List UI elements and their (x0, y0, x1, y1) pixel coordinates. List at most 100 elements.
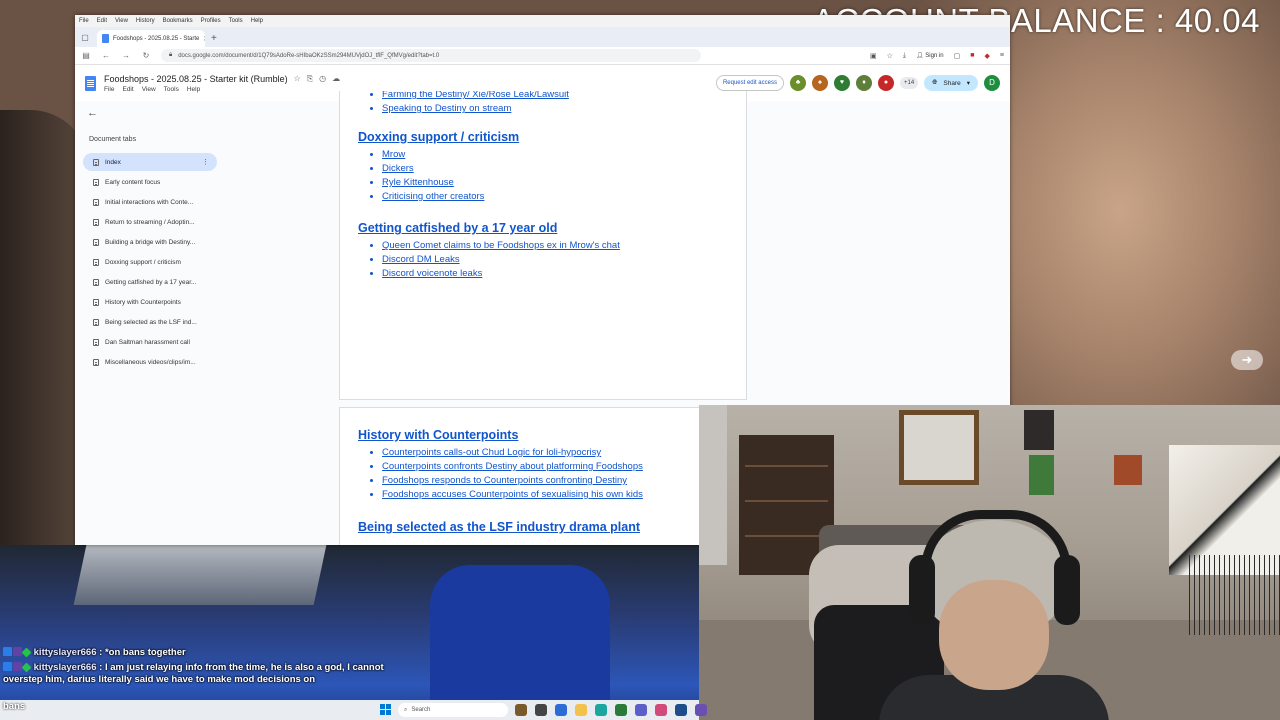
docs-menu-edit[interactable]: Edit (122, 86, 133, 93)
document-tabs-list: Index ⋮ Early content focus Initial inter… (83, 153, 217, 373)
chat-username: kittyslayer666 (33, 647, 97, 658)
app-icon[interactable] (515, 704, 527, 716)
doc-link[interactable]: Foodshops responds to Counterpoints conf… (382, 475, 643, 487)
webcam-door (699, 405, 727, 565)
sidebar-item-early-content[interactable]: Early content focus (83, 173, 217, 191)
menu-tools[interactable]: Tools (229, 18, 243, 24)
doc-link[interactable]: Criticising other creators (382, 191, 519, 203)
sidebar-icon[interactable]: ▤ (81, 51, 91, 60)
sidebar-item-dan-saltman[interactable]: Dan Saltman harassment call (83, 333, 217, 351)
section-heading-link[interactable]: Doxxing support / criticism (358, 130, 519, 144)
windows-start-icon[interactable] (380, 704, 391, 715)
menu-history[interactable]: History (136, 18, 155, 24)
browser-tab[interactable]: Foodshops - 2025.08.25 - Starte ✕ (97, 30, 205, 47)
menu-bookmarks[interactable]: Bookmarks (163, 18, 193, 24)
doc-link[interactable]: Queen Comet claims to be Foodshops ex in… (382, 240, 620, 252)
app-icon[interactable] (615, 704, 627, 716)
more-collaborators-badge[interactable]: +14 (899, 77, 919, 89)
close-tab-icon[interactable]: ✕ (203, 35, 205, 43)
tab-groups-icon[interactable]: ▢ (79, 29, 91, 47)
doc-link[interactable]: Speaking to Destiny on stream (382, 103, 569, 115)
history-icon[interactable]: ◷ (319, 74, 326, 83)
app-icon[interactable] (695, 704, 707, 716)
collaborator-avatar[interactable]: ♥ (833, 75, 850, 91)
sidebar-item-catfished[interactable]: Getting catfished by a 17 year... (83, 273, 217, 291)
section-heading-link[interactable]: History with Counterpoints (358, 428, 643, 442)
doc-link[interactable]: Discord voicenote leaks (382, 268, 620, 280)
docs-menu-help[interactable]: Help (187, 86, 200, 93)
section-heading-link[interactable]: Getting catfished by a 17 year old (358, 221, 620, 235)
chevron-down-icon: ▾ (966, 80, 970, 87)
document-title[interactable]: Foodshops - 2025.08.25 - Starter kit (Ru… (104, 74, 288, 84)
forward-icon[interactable]: → (121, 51, 131, 60)
docs-menu-file[interactable]: File (104, 86, 114, 93)
sidebar-item-return-to-streaming[interactable]: Return to streaming / Adoptin... (83, 213, 217, 231)
doc-link[interactable]: Farming the Destiny/ Xie/Rose Leak/Lawsu… (382, 91, 569, 101)
browser-menu-icon[interactable]: ≡ (1000, 52, 1004, 59)
cloud-status-icon[interactable]: ☁ (332, 74, 340, 83)
bookmark-star-icon[interactable]: ☆ (887, 52, 893, 60)
doc-link[interactable]: Mrow (382, 149, 519, 161)
request-edit-access-button[interactable]: Request edit access (715, 75, 784, 91)
document-icon (93, 178, 99, 186)
sidebar-item-counterpoints[interactable]: History with Counterpoints (83, 293, 217, 311)
doc-section: Being selected as the LSF industry drama… (358, 520, 640, 539)
collaborator-avatar[interactable]: ♣ (789, 75, 806, 91)
install-app-icon[interactable]: ▣ (870, 52, 877, 60)
collaborator-avatar[interactable]: ● (877, 75, 894, 91)
doc-link[interactable]: Ryle Kittenhouse (382, 177, 519, 189)
download-icon[interactable]: ⤓ (903, 52, 906, 60)
sidebar-item-lsf[interactable]: Being selected as the LSF ind... (83, 313, 217, 331)
menu-file[interactable]: File (79, 18, 89, 24)
site-info-icon[interactable]: 🔒︎ (169, 52, 172, 59)
doc-link[interactable]: Discord DM Leaks (382, 254, 620, 266)
docs-menu-view[interactable]: View (142, 86, 156, 93)
extension-icon[interactable]: ▢ (954, 52, 961, 60)
share-button[interactable]: 🌐︎ Share ▾ (924, 75, 978, 91)
edge-icon[interactable] (595, 704, 607, 716)
sidebar-item-doxxing-support[interactable]: Doxxing support / criticism (83, 253, 217, 271)
section-heading-link[interactable]: Being selected as the LSF industry drama… (358, 520, 640, 534)
app-icon[interactable] (675, 704, 687, 716)
menu-view[interactable]: View (115, 18, 128, 24)
doc-link[interactable]: Dickers (382, 163, 519, 175)
taskbar-search[interactable]: ⌕ Search (398, 703, 508, 717)
user-avatar[interactable]: D (984, 75, 1000, 91)
globe-icon: 🌐︎ (932, 79, 938, 86)
extension-icon[interactable]: ◆ (985, 52, 990, 60)
docs-logo-icon[interactable] (85, 75, 96, 91)
sidebar-item-index[interactable]: Index ⋮ (83, 153, 217, 171)
docs-menu-tools[interactable]: Tools (164, 86, 179, 93)
task-view-icon[interactable] (535, 704, 547, 716)
new-tab-icon[interactable]: + (211, 30, 217, 47)
document-icon (93, 218, 99, 226)
app-icon[interactable] (635, 704, 647, 716)
next-arrow-button[interactable]: ➜ (1231, 350, 1263, 370)
sidebar-item-initial-interactions[interactable]: Initial interactions with Conte... (83, 193, 217, 211)
app-icon[interactable] (655, 704, 667, 716)
doc-link[interactable]: Counterpoints calls-out Chud Logic for l… (382, 447, 643, 459)
move-icon[interactable]: ⎘ (307, 74, 313, 84)
more-options-icon[interactable]: ⋮ (202, 158, 209, 166)
document-icon (93, 298, 99, 306)
menu-edit[interactable]: Edit (97, 18, 107, 24)
app-icon[interactable] (555, 704, 567, 716)
doc-link[interactable]: Counterpoints confronts Destiny about pl… (382, 461, 643, 473)
sidebar-item-building-bridge[interactable]: Building a bridge with Destiny... (83, 233, 217, 251)
badge-icon (21, 647, 32, 658)
back-icon[interactable]: ← (101, 51, 111, 60)
back-arrow-icon[interactable]: ← (87, 107, 98, 119)
file-explorer-icon[interactable] (575, 704, 587, 716)
star-icon[interactable]: ☆ (294, 74, 301, 83)
collaborator-avatar[interactable]: ♠ (811, 75, 828, 91)
app-menubar: File Edit View History Bookmarks Profile… (75, 15, 1010, 27)
url-input[interactable]: 🔒︎ docs.google.com/document/d/1Q79sAdoRe… (161, 49, 701, 62)
reload-icon[interactable]: ↻ (141, 51, 151, 60)
sidebar-item-miscellaneous[interactable]: Miscellaneous videos/clips/im... (83, 353, 217, 371)
doc-link[interactable]: Foodshops accuses Counterpoints of sexua… (382, 489, 643, 501)
menu-profiles[interactable]: Profiles (201, 18, 221, 24)
extension-icon[interactable]: ■ (970, 52, 974, 59)
collaborator-avatar[interactable]: ♦ (855, 75, 872, 91)
sign-in-button[interactable]: 👤︎ Sign in (916, 52, 944, 59)
menu-help[interactable]: Help (251, 18, 263, 24)
